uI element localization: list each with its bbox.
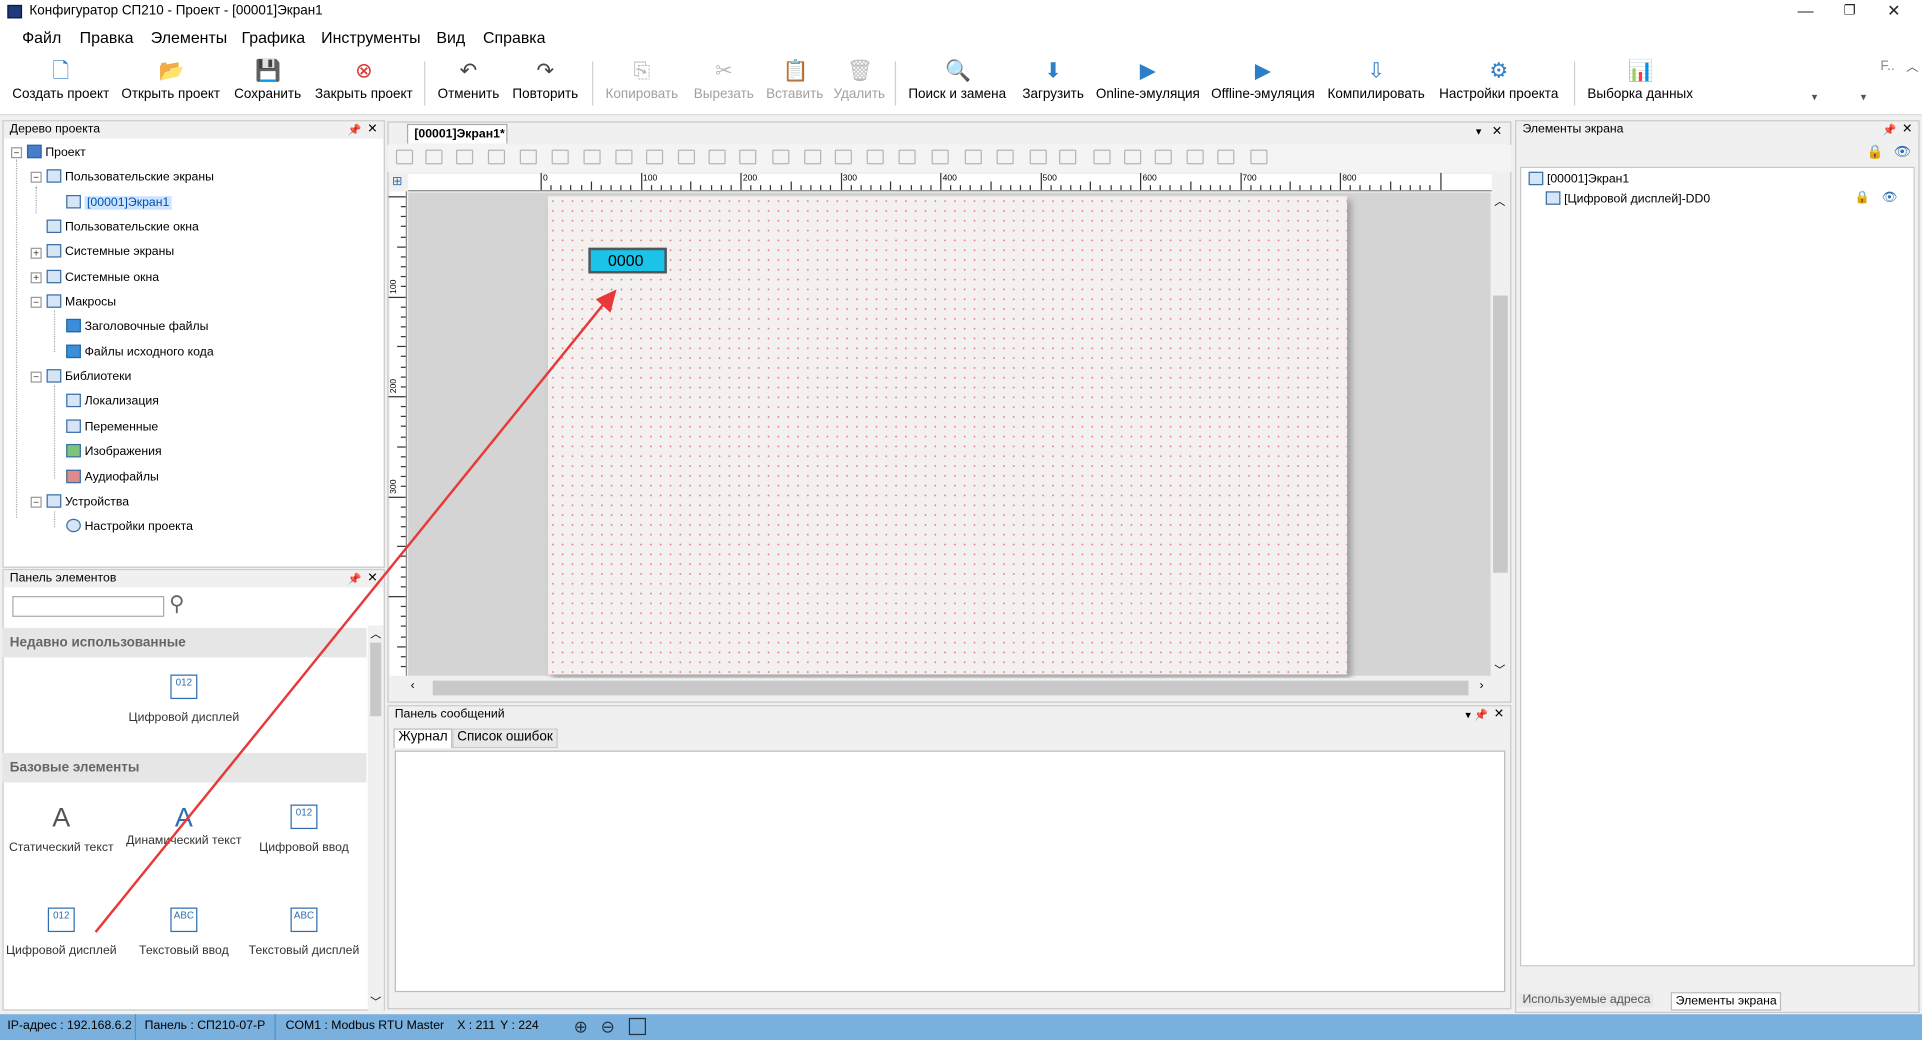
arrow-line xyxy=(94,300,607,933)
drag-annotation-arrow xyxy=(94,289,617,933)
app-window: Конфигуратор СП210 - Проект - [00001]Экр… xyxy=(0,0,1922,1040)
